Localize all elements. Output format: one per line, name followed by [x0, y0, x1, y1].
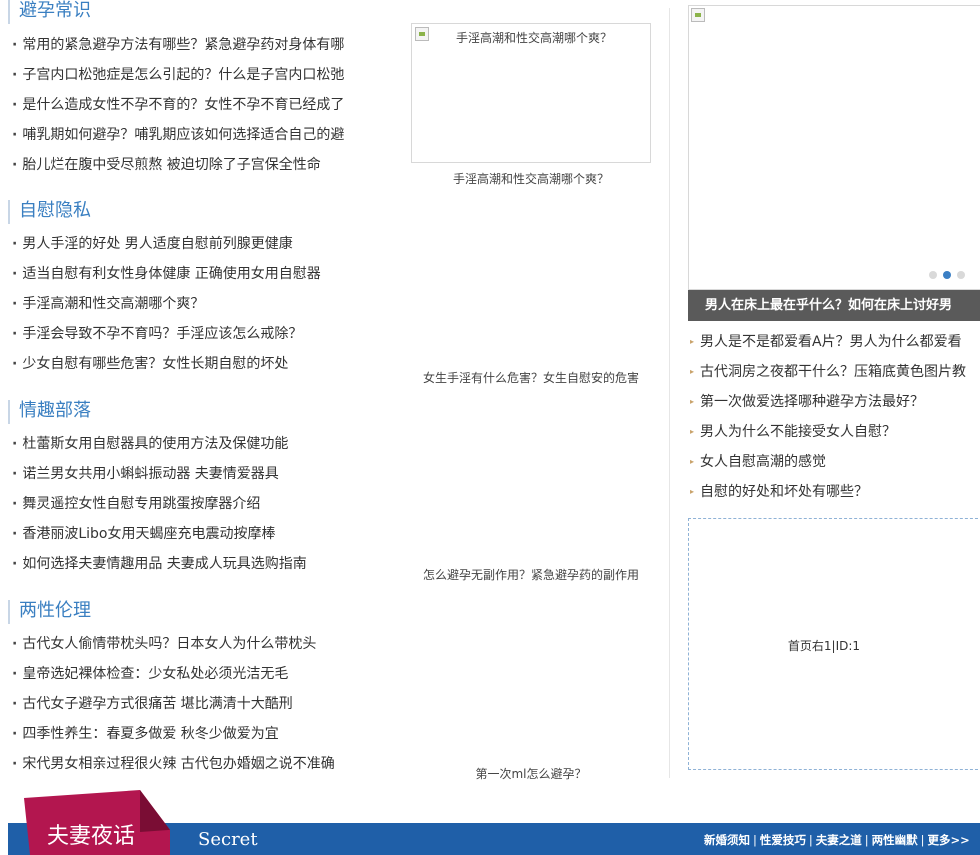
ad-placeholder[interactable]: 首页右1|ID:1	[688, 518, 980, 770]
list-item[interactable]: 香港丽波Libo女用天蝎座充电震动按摩棒	[12, 519, 372, 549]
image-caption[interactable]: 第一次ml怎么避孕？	[410, 765, 652, 782]
link-more[interactable]: 更多>>	[928, 833, 970, 847]
section-title[interactable]: 两性伦理	[8, 600, 91, 624]
broken-image-icon	[691, 8, 705, 22]
list-item[interactable]: 第一次做爱选择哪种避孕方法最好？	[690, 387, 980, 417]
slider-dot[interactable]	[929, 271, 937, 279]
image-caption[interactable]: 手淫高潮和性交高潮哪个爽？	[410, 170, 652, 187]
image-caption[interactable]: 怎么避孕无副作用？紧急避孕药的副作用	[410, 566, 652, 583]
section-title[interactable]: 自慰隐私	[8, 200, 91, 224]
list-item[interactable]: 手淫高潮和性交高潮哪个爽？	[12, 289, 372, 319]
broken-image-icon	[415, 27, 429, 41]
list-item[interactable]: 手淫会导致不孕不育吗？手淫应该怎么戒除？	[12, 319, 372, 349]
separator: |	[920, 833, 925, 847]
article-list: 常用的紧急避孕方法有哪些？紧急避孕药对身体有哪 子宫内口松弛症是怎么引起的？什么…	[12, 30, 372, 180]
list-item[interactable]: 诺兰男女共用小蝌蚪振动器 夫妻情爱器具	[12, 459, 372, 489]
separator: |	[864, 833, 869, 847]
section-links: 新婚须知 | 性爱技巧 | 夫妻之道 | 两性幽默 | 更多>>	[704, 832, 970, 848]
list-item[interactable]: 胎儿烂在腹中受尽煎熬 被迫切除了子宫保全性命	[12, 150, 372, 180]
link-humor[interactable]: 两性幽默	[872, 833, 918, 847]
list-item[interactable]: 少女自慰有哪些危害？女性长期自慰的坏处	[12, 349, 372, 379]
section-subtitle: Secret	[198, 829, 258, 850]
slider-dot-active[interactable]	[943, 271, 951, 279]
slider-dots	[929, 271, 965, 279]
article-list: 古代女人偷情带枕头吗？日本女人为什么带枕头 皇帝选妃裸体检查：少女私处必须光洁无…	[12, 629, 372, 779]
right-article-list: 男人是不是都爱看A片？男人为什么都爱看 古代洞房之夜都干什么？压箱底黄色图片教 …	[690, 327, 980, 507]
list-item[interactable]: 自慰的好处和坏处有哪些？	[690, 477, 980, 507]
slider-dot[interactable]	[957, 271, 965, 279]
column-divider	[669, 8, 670, 778]
list-item[interactable]: 古代洞房之夜都干什么？压箱底黄色图片教	[690, 357, 980, 387]
list-item[interactable]: 男人手淫的好处 男人适度自慰前列腺更健康	[12, 229, 372, 259]
list-item[interactable]: 如何选择夫妻情趣用品 夫妻成人玩具选购指南	[12, 549, 372, 579]
list-item[interactable]: 古代女子避孕方式很痛苦 堪比满清十大酷刑	[12, 689, 372, 719]
link-marriage[interactable]: 夫妻之道	[816, 833, 862, 847]
list-item[interactable]: 男人为什么不能接受女人自慰？	[690, 417, 980, 447]
article-list: 杜蕾斯女用自慰器具的使用方法及保健功能 诺兰男女共用小蝌蚪振动器 夫妻情爱器具 …	[12, 429, 372, 579]
list-item[interactable]: 女人自慰高潮的感觉	[690, 447, 980, 477]
list-item[interactable]: 男人是不是都爱看A片？男人为什么都爱看	[690, 327, 980, 357]
list-item[interactable]: 哺乳期如何避孕？哺乳期应该如何选择适合自己的避	[12, 120, 372, 150]
section-title[interactable]: 情趣部落	[8, 400, 91, 424]
list-item[interactable]: 子宫内口松弛症是怎么引起的？什么是子宫内口松弛	[12, 60, 372, 90]
list-item[interactable]: 是什么造成女性不孕不育的？女性不孕不育已经成了	[12, 90, 372, 120]
separator: |	[808, 833, 813, 847]
list-item[interactable]: 古代女人偷情带枕头吗？日本女人为什么带枕头	[12, 629, 372, 659]
list-item[interactable]: 适当自慰有利女性身体健康 正确使用女用自慰器	[12, 259, 372, 289]
list-item[interactable]: 舞灵遥控女性自慰专用跳蛋按摩器介绍	[12, 489, 372, 519]
feature-image[interactable]: 手淫高潮和性交高潮哪个爽？	[411, 23, 651, 163]
image-alt-text: 手淫高潮和性交高潮哪个爽？	[456, 31, 613, 45]
ad-label: 首页右1|ID:1	[787, 639, 861, 653]
slider-caption[interactable]: 男人在床上最在乎什么？如何在床上讨好男	[688, 290, 980, 321]
list-item[interactable]: 宋代男女相亲过程很火辣 古代包办婚姻之说不准确	[12, 749, 372, 779]
middle-column: 手淫高潮和性交高潮哪个爽？ 手淫高潮和性交高潮哪个爽？ 女生手淫有什么危害？女生…	[410, 0, 655, 782]
tag-fold-shape	[140, 790, 170, 832]
separator: |	[753, 833, 757, 847]
image-caption[interactable]: 女生手淫有什么危害？女生自慰安的危害	[410, 369, 652, 386]
list-item[interactable]: 四季性养生：春夏多做爱 秋冬少做爱为宜	[12, 719, 372, 749]
list-item[interactable]: 皇帝选妃裸体检查：少女私处必须光洁无毛	[12, 659, 372, 689]
link-sex-tips[interactable]: 性爱技巧	[760, 833, 806, 847]
list-item[interactable]: 常用的紧急避孕方法有哪些？紧急避孕药对身体有哪	[12, 30, 372, 60]
image-slider[interactable]	[688, 5, 980, 290]
link-wedding-notes[interactable]: 新婚须知	[704, 833, 750, 847]
section-title[interactable]: 避孕常识	[8, 0, 91, 24]
section-tag-title[interactable]: 夫妻夜话	[47, 818, 135, 850]
list-item[interactable]: 杜蕾斯女用自慰器具的使用方法及保健功能	[12, 429, 372, 459]
article-list: 男人手淫的好处 男人适度自慰前列腺更健康 适当自慰有利女性身体健康 正确使用女用…	[12, 229, 372, 379]
